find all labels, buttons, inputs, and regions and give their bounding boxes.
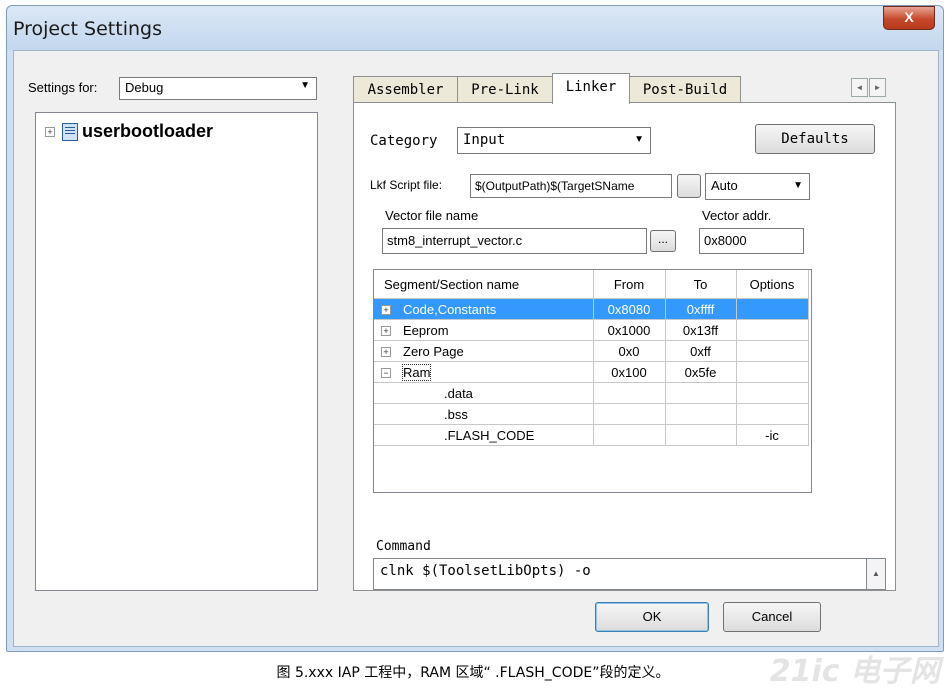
vector-file-label: Vector file name [385,208,479,223]
expand-icon[interactable]: + [381,347,391,358]
settings-for-value: Debug [125,80,164,95]
segment-to[interactable]: 0xff [665,340,737,362]
project-icon [62,123,78,141]
segment-options[interactable] [736,319,809,341]
table-row[interactable]: .bss [374,403,809,425]
vector-addr-label: Vector addr. [702,208,772,223]
section-name: .data [374,382,594,404]
category-dropdown[interactable]: Input ▼ [457,127,651,154]
table-row[interactable]: + Eeprom 0x1000 0x13ff [374,319,809,341]
segment-name: Eeprom [403,322,449,338]
lkf-script-label: Lkf Script file: [370,178,443,192]
column-header-to[interactable]: To [665,270,737,299]
cancel-button[interactable]: Cancel [723,602,821,632]
watermark-logo: 21ic 电子网 [769,654,940,689]
tab-post-build[interactable]: Post-Build [629,76,741,103]
segment-from[interactable] [593,382,666,404]
lkf-browse-button[interactable] [677,174,701,198]
section-name: .bss [374,403,594,425]
lkf-script-value: $(OutputPath)$(TargetSName [475,179,635,193]
chevron-down-icon: ▼ [793,180,803,191]
close-button[interactable]: X [883,6,935,30]
segment-from[interactable]: 0x8080 [593,298,666,320]
tab-linker[interactable]: Linker [552,73,630,104]
tab-pre-link[interactable]: Pre-Link [457,76,553,103]
segment-grid[interactable]: Segment/Section name From To Options + Co… [373,269,812,493]
table-row[interactable]: .FLASH_CODE -ic [374,424,809,446]
segment-from[interactable]: 0x100 [593,361,666,383]
segment-options[interactable] [736,298,809,320]
lkf-script-field[interactable]: $(OutputPath)$(TargetSName [470,174,672,198]
column-header-options[interactable]: Options [736,270,809,299]
project-name[interactable]: userbootloader [82,121,213,142]
lkf-mode-value: Auto [711,178,738,193]
segment-from[interactable]: 0x1000 [593,319,666,341]
segment-to[interactable]: 0xffff [665,298,737,320]
expand-icon[interactable]: + [381,326,391,337]
section-name: .FLASH_CODE [374,424,594,446]
segment-from[interactable]: 0x0 [593,340,666,362]
segment-name: Zero Page [403,343,464,359]
lkf-mode-dropdown[interactable]: Auto ▼ [705,173,810,200]
window-title: Project Settings [13,18,162,40]
table-row[interactable]: + Zero Page 0x0 0xff [374,340,809,362]
vector-file-value: stm8_interrupt_vector.c [387,233,523,248]
settings-for-dropdown[interactable]: Debug ▼ [119,77,317,100]
segment-from[interactable] [593,403,666,425]
segment-name: Code,Constants [403,301,497,317]
scroll-up-icon[interactable]: ▲ [866,558,886,590]
vector-addr-field[interactable]: 0x8000 [699,228,804,254]
segment-to[interactable]: 0x5fe [665,361,737,383]
title-bar[interactable]: Project Settings X [7,6,943,50]
vector-browse-button[interactable]: ... [650,230,676,252]
segment-options[interactable] [736,340,809,362]
project-tree[interactable]: + userbootloader [35,112,318,591]
chevron-down-icon: ▼ [634,134,644,145]
chevron-down-icon: ▼ [300,80,310,91]
column-header-name[interactable]: Segment/Section name [374,270,594,299]
segment-to[interactable] [665,382,737,404]
command-text: clnk $(ToolsetLibOpts) -o [380,563,591,579]
tab-assembler[interactable]: Assembler [353,76,458,103]
segment-options[interactable] [736,403,809,425]
segment-options[interactable] [736,361,809,383]
vector-file-field[interactable]: stm8_interrupt_vector.c [382,228,647,254]
segment-options[interactable]: -ic [736,424,809,446]
segment-to[interactable] [665,403,737,425]
table-row[interactable]: − Ram 0x100 0x5fe [374,361,809,383]
tree-expand-icon[interactable]: + [45,127,55,137]
category-value: Input [463,132,506,148]
segment-from[interactable] [593,424,666,446]
table-row[interactable]: + Code,Constants 0x8080 0xffff [374,298,809,320]
command-label: Command [376,539,431,554]
ok-button[interactable]: OK [595,602,709,632]
tab-scroll-left-icon[interactable]: ◄ [851,78,868,97]
category-label: Category [370,133,438,149]
segment-to[interactable] [665,424,737,446]
expand-icon[interactable]: + [381,305,391,316]
vector-addr-value: 0x8000 [704,233,747,248]
segment-to[interactable]: 0x13ff [665,319,737,341]
segment-name: Ram [401,363,432,381]
tab-scroll-right-icon[interactable]: ► [869,78,886,97]
segment-options[interactable] [736,382,809,404]
grid-header-row: Segment/Section name From To Options [374,270,809,299]
defaults-button[interactable]: Defaults [755,124,875,154]
table-row[interactable]: .data [374,382,809,404]
command-textarea[interactable]: clnk $(ToolsetLibOpts) -o [373,558,868,590]
column-header-from[interactable]: From [593,270,666,299]
collapse-icon[interactable]: − [381,368,391,379]
settings-for-label: Settings for: [28,80,98,95]
